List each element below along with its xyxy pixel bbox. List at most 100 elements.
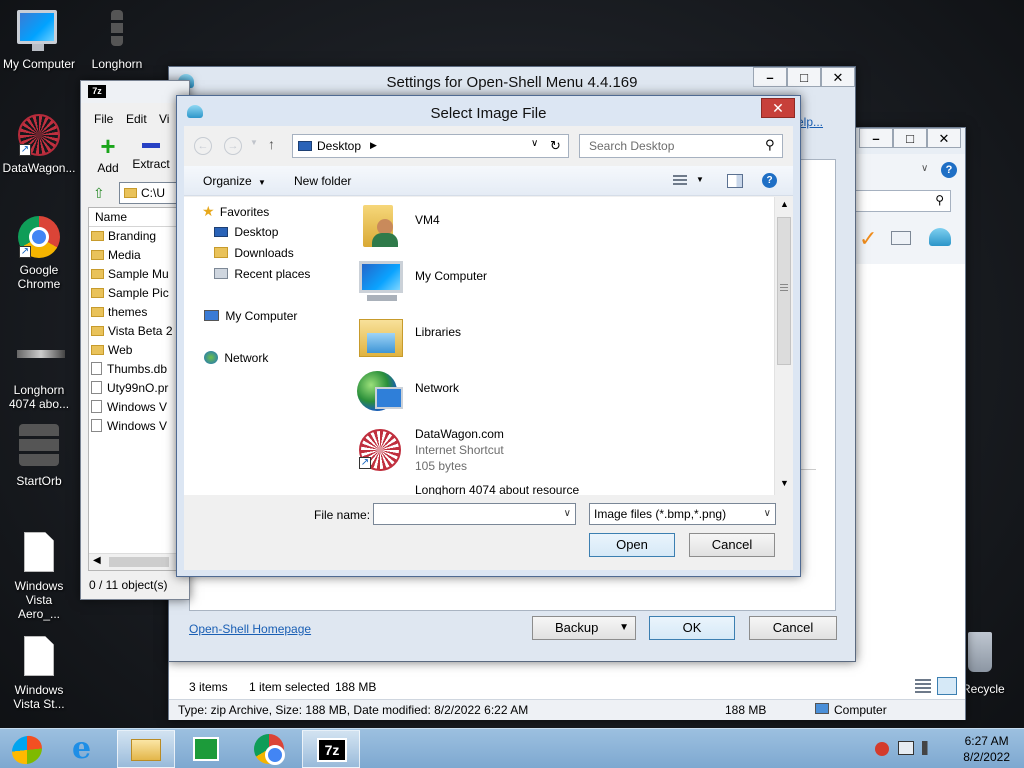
breadcrumb-arrow-icon[interactable]: ▶ xyxy=(370,140,377,151)
taskbar-store[interactable] xyxy=(177,730,235,768)
sevenzip-menubar: File Edit Vi xyxy=(81,109,191,129)
ok-button[interactable]: OK xyxy=(649,616,735,640)
desktop-icon-vista-aero[interactable]: Windows Vista Aero_... xyxy=(0,532,78,621)
desktop-icon-longhorn-resource[interactable]: Longhorn Resource Lab xyxy=(78,10,156,71)
menu-view[interactable]: Vi xyxy=(159,112,169,126)
open-button[interactable]: Open xyxy=(589,533,675,557)
help-icon[interactable]: ? xyxy=(941,162,957,178)
minimize-button[interactable]: – xyxy=(859,128,893,148)
tray-volume-icon[interactable] xyxy=(922,741,936,755)
sevenzip-titlebar[interactable]: 7z xyxy=(81,81,189,103)
menu-edit[interactable]: Edit xyxy=(126,112,147,126)
details-view-icon[interactable] xyxy=(915,679,931,693)
preview-pane-icon[interactable] xyxy=(727,174,743,188)
vertical-scrollbar[interactable]: ▲ ▼ xyxy=(774,197,793,495)
cancel-button[interactable]: Cancel xyxy=(749,616,837,640)
list-item[interactable]: Branding xyxy=(91,227,156,246)
scroll-thumb[interactable] xyxy=(777,217,791,365)
refresh-icon[interactable]: ↻ xyxy=(550,138,561,154)
chevron-down-icon[interactable]: ∨ xyxy=(564,504,571,524)
file-icon xyxy=(91,362,102,375)
close-button[interactable]: ✕ xyxy=(821,67,855,87)
nav-downloads[interactable]: Downloads xyxy=(214,243,294,263)
list-item[interactable]: Vista Beta 2 xyxy=(91,322,173,341)
close-button[interactable]: ✕ xyxy=(761,98,795,118)
desktop-icon-datawagon[interactable]: ↗ DataWagon... xyxy=(0,114,78,175)
settings-titlebar[interactable]: Settings for Open-Shell Menu 4.4.169 – □… xyxy=(169,67,855,95)
maximize-button[interactable]: □ xyxy=(787,67,821,87)
desktop-icon-my-computer[interactable]: My Computer xyxy=(0,10,78,71)
column-header-name[interactable]: Name xyxy=(95,210,127,224)
recent-locations-icon[interactable]: ▼ xyxy=(250,138,258,147)
file-list[interactable]: VM4 My Computer Libraries Network ↗ Data… xyxy=(349,197,774,495)
nav-desktop[interactable]: Desktop xyxy=(214,222,278,242)
scroll-left-icon[interactable]: ◀ xyxy=(93,555,101,566)
chevron-down-icon[interactable]: ∨ xyxy=(921,163,928,174)
up-folder-icon[interactable]: ⇧ xyxy=(93,185,105,202)
file-type-select[interactable]: Image files (*.bmp,*.png) ∨ xyxy=(589,503,776,525)
desktop-icon-label: Windows Vista St... xyxy=(13,683,65,711)
close-button[interactable]: ✕ xyxy=(927,128,961,148)
tray-error-icon[interactable] xyxy=(875,742,889,756)
back-icon[interactable]: ← xyxy=(194,137,212,155)
desktop-icon-google-chrome[interactable]: ↗ Google Chrome xyxy=(0,216,78,291)
list-item[interactable]: Windows V xyxy=(91,398,167,417)
help-icon[interactable]: ? xyxy=(762,173,777,188)
search-input[interactable]: Search Desktop xyxy=(579,134,783,158)
file-name-input[interactable]: ∨ xyxy=(373,503,576,525)
maximize-button[interactable]: □ xyxy=(893,128,927,148)
list-item-label: themes xyxy=(108,305,148,319)
address-dropdown-icon[interactable]: ∨ xyxy=(531,138,538,149)
taskbar-internet-explorer[interactable]: e xyxy=(58,730,116,768)
list-item[interactable]: Sample Pic xyxy=(91,284,169,303)
backup-button[interactable]: Backup ▼ xyxy=(532,616,636,640)
tray-network-icon[interactable] xyxy=(898,741,914,755)
scroll-down-icon[interactable]: ▼ xyxy=(780,478,789,488)
homepage-link[interactable]: Open-Shell Homepage xyxy=(189,622,311,636)
list-item[interactable]: Media xyxy=(91,246,141,265)
large-icons-view-icon[interactable] xyxy=(937,677,957,695)
list-item[interactable]: themes xyxy=(91,303,147,322)
desktop-icon-startorb[interactable]: StartOrb xyxy=(0,424,78,488)
forward-icon[interactable]: → xyxy=(224,137,242,155)
list-item[interactable]: Thumbs.db xyxy=(91,360,167,379)
view-dropdown-icon[interactable]: ▼ xyxy=(696,175,704,184)
desktop-icon-longhorn-4074[interactable]: Longhorn 4074 abo... xyxy=(0,336,78,411)
list-item[interactable]: Uty99nO.pr xyxy=(91,379,168,398)
extract-button[interactable]: Extract xyxy=(131,135,171,175)
nav-recent-places[interactable]: Recent places xyxy=(214,264,310,284)
list-item[interactable]: Sample Mu xyxy=(91,265,169,284)
minimize-button[interactable]: – xyxy=(753,67,787,87)
taskbar-7zip[interactable]: 7z xyxy=(302,730,360,768)
chevron-down-icon[interactable]: ∨ xyxy=(764,504,771,524)
explorer-search-input[interactable]: ⚲ xyxy=(855,190,951,212)
up-arrow-icon[interactable]: ↑ xyxy=(268,136,275,152)
new-folder-button[interactable]: New folder xyxy=(294,174,351,188)
taskbar-file-explorer[interactable] xyxy=(117,730,175,768)
change-view-icon[interactable] xyxy=(673,175,687,187)
mail-icon[interactable] xyxy=(891,231,911,245)
scroll-thumb[interactable] xyxy=(109,557,169,567)
list-item[interactable]: Windows V xyxy=(91,417,167,436)
list-item[interactable]: Web xyxy=(91,341,132,360)
clock[interactable]: 6:27 AM 8/2/2022 xyxy=(963,733,1010,765)
menu-file[interactable]: File xyxy=(94,112,113,126)
add-button[interactable]: + Add xyxy=(93,133,123,175)
cancel-button[interactable]: Cancel xyxy=(689,533,775,557)
sevenzip-window[interactable]: 7z File Edit Vi + Add Extract ⇧ C:\U Nam… xyxy=(80,80,192,600)
check-icon[interactable]: ✓ xyxy=(859,226,877,252)
select-image-file-dialog[interactable]: Select Image File ✕ ← → ▼ ↑ Desktop ▶ ∨ … xyxy=(176,95,801,577)
nav-favorites[interactable]: ★ Favorites xyxy=(202,201,269,221)
desktop-icon-vista-st[interactable]: Windows Vista St... xyxy=(0,636,78,711)
file-type-value: Image files (*.bmp,*.png) xyxy=(594,507,727,521)
shell-icon[interactable] xyxy=(929,228,951,246)
organize-button[interactable]: Organize ▼ xyxy=(203,174,266,188)
nav-network[interactable]: Network xyxy=(204,348,268,368)
dialog-titlebar[interactable]: Select Image File ✕ xyxy=(177,96,800,126)
start-button[interactable] xyxy=(0,730,58,768)
scroll-up-icon[interactable]: ▲ xyxy=(780,199,789,209)
horizontal-scrollbar[interactable]: ◀ xyxy=(89,553,189,570)
nav-my-computer[interactable]: My Computer xyxy=(204,306,297,326)
taskbar-chrome[interactable] xyxy=(240,730,298,768)
address-bar[interactable]: Desktop ▶ ∨ ↻ xyxy=(292,134,569,158)
